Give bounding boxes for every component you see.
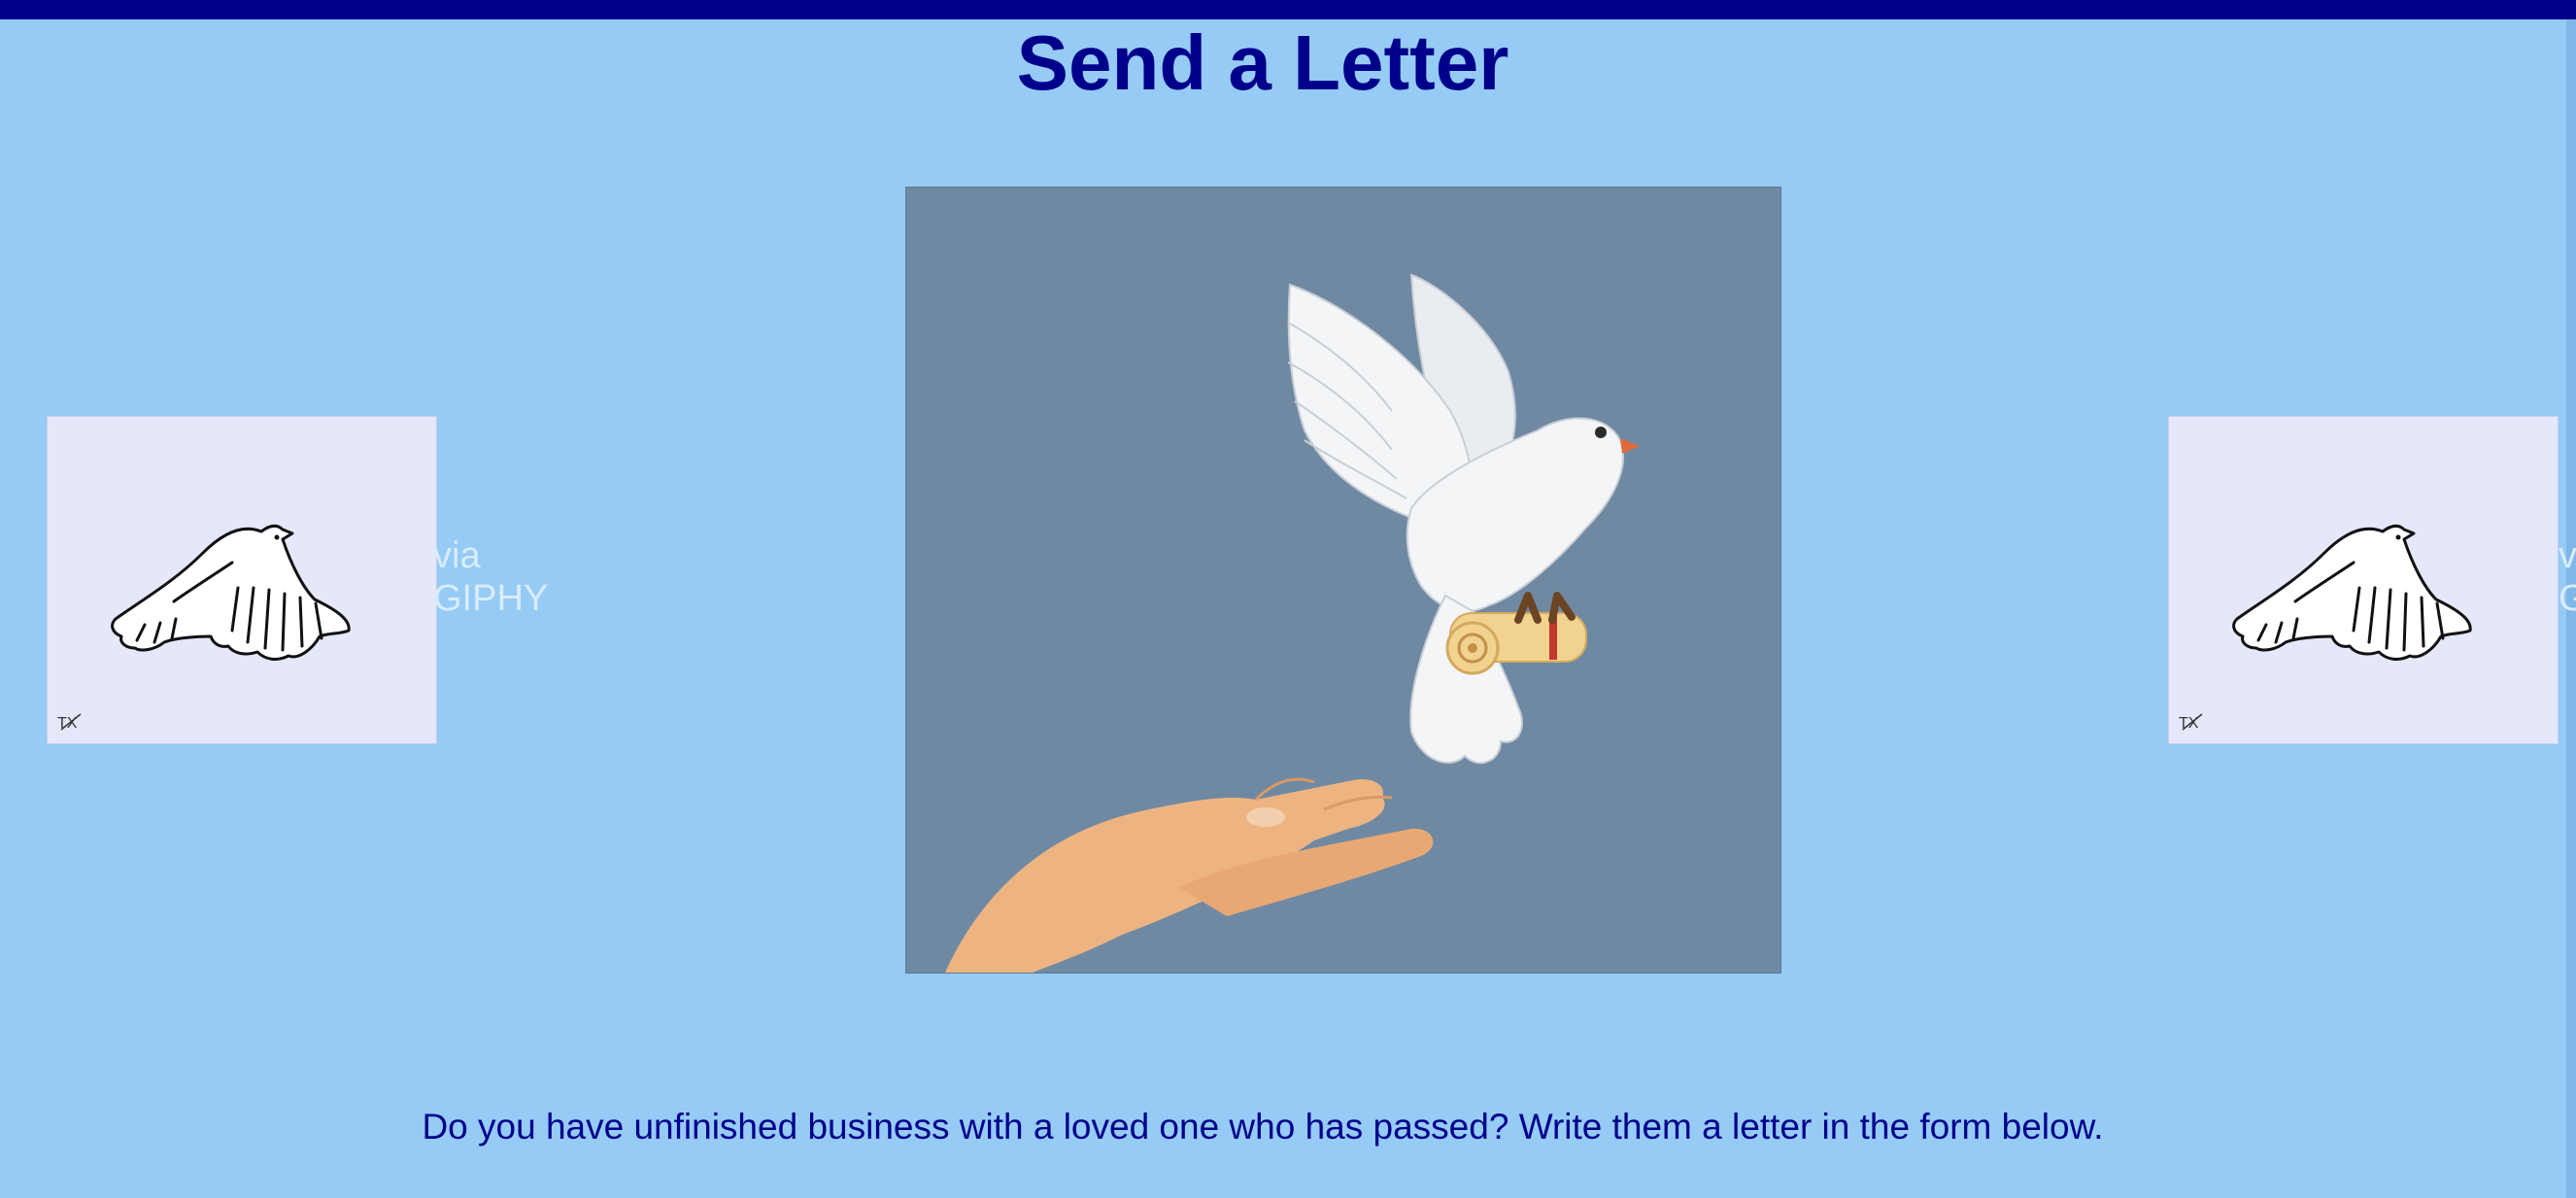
top-bar — [0, 0, 2576, 19]
right-dove-gif[interactable]: TX — [2168, 416, 2559, 744]
giphy-credit-left[interactable]: via GIPHY — [433, 534, 548, 620]
svg-text:TX: TX — [2179, 715, 2199, 732]
flying-dove-icon: TX — [57, 524, 351, 732]
hero-image — [905, 187, 1781, 974]
flying-dove-icon: TX — [2179, 524, 2472, 732]
credit-via: via — [2559, 535, 2576, 576]
svg-text:TX: TX — [57, 715, 78, 732]
tx-logo-icon: TX — [57, 713, 82, 732]
tx-logo-icon: TX — [2179, 713, 2203, 732]
dove-with-scroll-icon — [945, 273, 1640, 973]
credit-giphy: GIPHY — [433, 578, 549, 619]
page-title: Send a Letter — [1016, 19, 1509, 106]
giphy-credit-right[interactable]: via GIPHY — [2559, 534, 2576, 620]
left-dove-gif[interactable]: TX — [47, 416, 437, 744]
credit-via: via — [433, 535, 481, 576]
intro-text: Do you have unfinished business with a l… — [422, 1107, 2104, 1147]
credit-giphy: GIPHY — [2559, 578, 2576, 619]
